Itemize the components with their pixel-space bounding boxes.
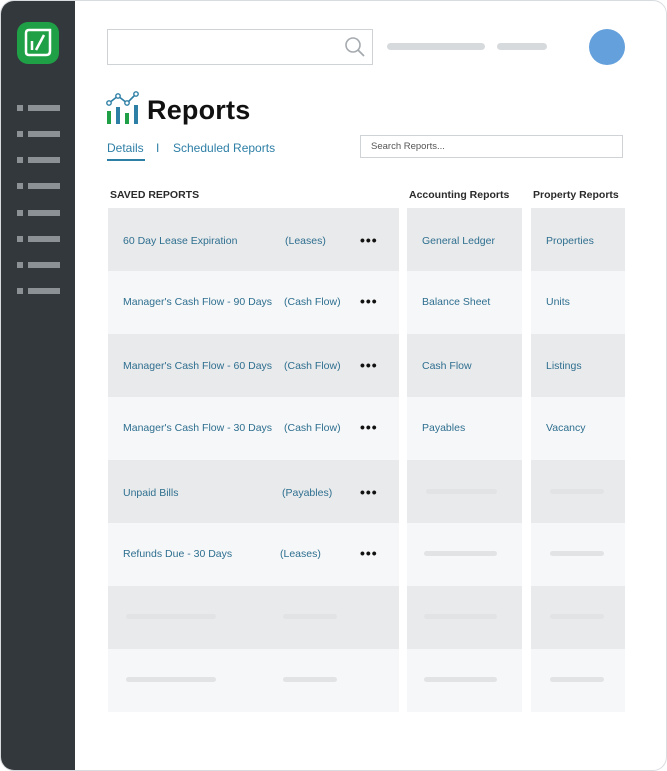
more-options-icon[interactable]: ••• <box>360 293 378 309</box>
placeholder-row <box>407 523 522 586</box>
placeholder-bar <box>424 677 497 682</box>
placeholder-bar <box>283 614 337 619</box>
search-reports-input[interactable] <box>360 135 623 158</box>
placeholder-row <box>407 649 522 712</box>
saved-report-row[interactable]: 60 Day Lease Expiration (Leases) ••• <box>108 208 399 271</box>
app-window: Reports Details I Scheduled Reports SAVE… <box>0 0 667 771</box>
accounting-report-row[interactable]: Cash Flow <box>407 334 522 397</box>
user-avatar[interactable] <box>589 29 625 65</box>
property-report-row[interactable]: Units <box>531 271 625 334</box>
report-name[interactable]: Refunds Due - 30 Days <box>123 548 232 560</box>
placeholder-bar <box>550 551 604 556</box>
accounting-report-link[interactable]: Payables <box>422 422 465 434</box>
report-category: (Cash Flow) <box>284 422 341 434</box>
report-category: (Cash Flow) <box>284 296 341 308</box>
placeholder-row <box>531 460 625 523</box>
leaf-logo-icon <box>24 28 52 57</box>
saved-report-row[interactable]: Manager's Cash Flow - 30 Days (Cash Flow… <box>108 397 399 460</box>
accounting-report-link[interactable]: General Ledger <box>422 235 495 247</box>
placeholder-row <box>108 649 399 712</box>
property-report-row[interactable]: Vacancy <box>531 397 625 460</box>
placeholder-bar <box>283 677 337 682</box>
accounting-report-row[interactable]: General Ledger <box>407 208 522 271</box>
accounting-report-row[interactable]: Balance Sheet <box>407 271 522 334</box>
header-placeholder-bar <box>387 43 485 50</box>
report-name[interactable]: 60 Day Lease Expiration <box>123 235 237 247</box>
placeholder-row <box>531 649 625 712</box>
property-report-link[interactable]: Listings <box>546 360 582 372</box>
more-options-icon[interactable]: ••• <box>360 419 378 435</box>
reports-chart-icon <box>106 91 139 124</box>
report-name[interactable]: Manager's Cash Flow - 30 Days <box>123 422 272 434</box>
property-report-link[interactable]: Properties <box>546 235 594 247</box>
placeholder-bar <box>550 489 604 494</box>
report-category: (Leases) <box>285 235 326 247</box>
page-title: Reports <box>147 95 251 125</box>
accounting-report-row[interactable]: Payables <box>407 397 522 460</box>
placeholder-bar <box>426 489 497 494</box>
placeholder-bar <box>424 551 497 556</box>
more-options-icon[interactable]: ••• <box>360 484 378 500</box>
placeholder-row <box>407 586 522 649</box>
report-name[interactable]: Unpaid Bills <box>123 487 178 499</box>
placeholder-row <box>531 586 625 649</box>
saved-report-row[interactable]: Manager's Cash Flow - 90 Days (Cash Flow… <box>108 271 399 334</box>
sidebar <box>1 1 75 770</box>
property-report-link[interactable]: Vacancy <box>546 422 586 434</box>
report-category: (Payables) <box>282 487 333 499</box>
placeholder-bar <box>550 614 604 619</box>
accounting-report-link[interactable]: Cash Flow <box>422 360 472 372</box>
tab-separator: I <box>156 141 160 155</box>
placeholder-bar <box>424 614 497 619</box>
saved-report-row[interactable]: Refunds Due - 30 Days (Leases) ••• <box>108 523 399 586</box>
accounting-reports-heading: Accounting Reports <box>409 189 510 201</box>
property-report-row[interactable]: Listings <box>531 334 625 397</box>
report-name[interactable]: Manager's Cash Flow - 90 Days <box>123 296 272 308</box>
saved-reports-heading: SAVED REPORTS <box>110 189 200 201</box>
active-tab-indicator <box>107 159 145 161</box>
property-reports-heading: Property Reports <box>533 189 619 201</box>
more-options-icon[interactable]: ••• <box>360 357 378 373</box>
report-name[interactable]: Manager's Cash Flow - 60 Days <box>123 360 272 372</box>
report-category: (Cash Flow) <box>284 360 341 372</box>
placeholder-bar <box>550 677 604 682</box>
placeholder-row <box>531 523 625 586</box>
property-report-row[interactable]: Properties <box>531 208 625 271</box>
saved-report-row[interactable]: Unpaid Bills (Payables) ••• <box>108 460 399 523</box>
placeholder-row <box>108 586 399 649</box>
saved-report-row[interactable]: Manager's Cash Flow - 60 Days (Cash Flow… <box>108 334 399 397</box>
header-placeholder-bar <box>497 43 547 50</box>
global-search-input[interactable] <box>107 29 373 65</box>
tab-details[interactable]: Details <box>107 141 144 155</box>
property-report-link[interactable]: Units <box>546 296 570 308</box>
placeholder-bar <box>126 614 216 619</box>
accounting-report-link[interactable]: Balance Sheet <box>422 296 490 308</box>
placeholder-bar <box>126 677 216 682</box>
tab-scheduled-reports[interactable]: Scheduled Reports <box>173 141 275 155</box>
search-icon[interactable] <box>344 36 366 58</box>
brand-logo[interactable] <box>17 22 59 64</box>
placeholder-row <box>407 460 522 523</box>
more-options-icon[interactable]: ••• <box>360 545 378 561</box>
report-category: (Leases) <box>280 548 321 560</box>
more-options-icon[interactable]: ••• <box>360 232 378 248</box>
